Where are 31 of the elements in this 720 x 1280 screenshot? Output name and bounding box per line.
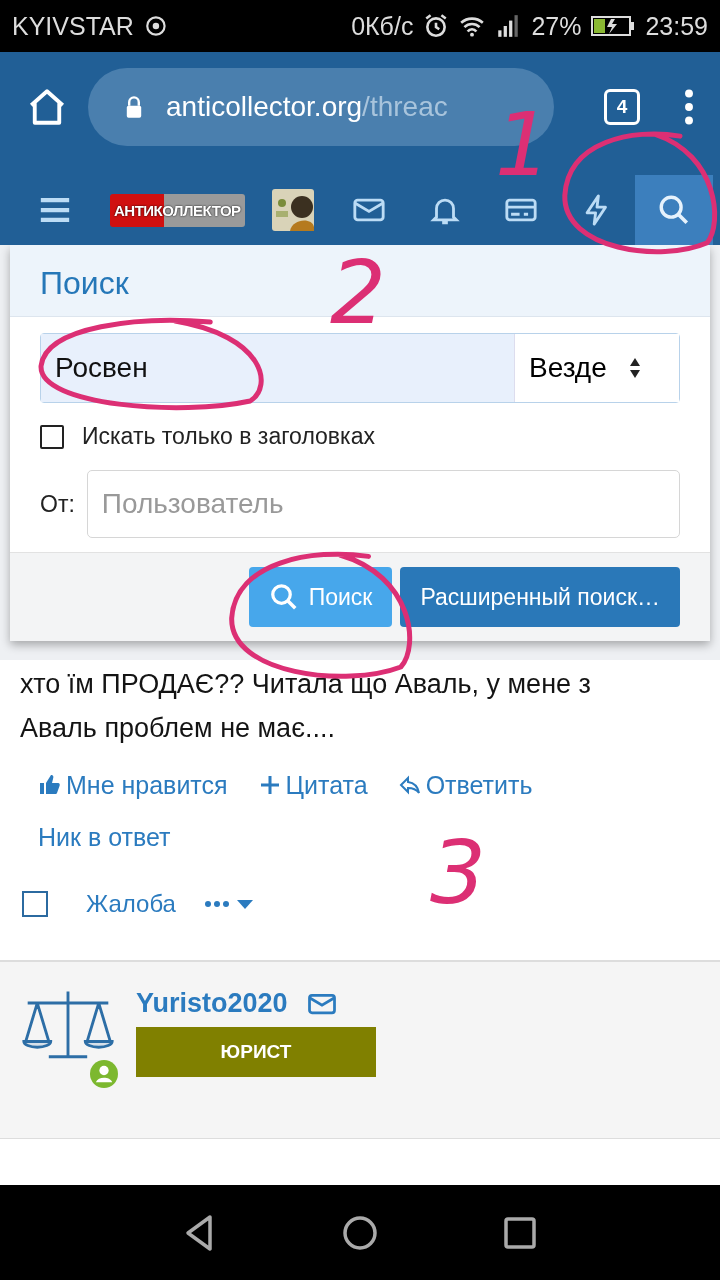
reply-link[interactable]: Ответить	[397, 766, 533, 804]
quote-link[interactable]: Цитата	[257, 766, 368, 804]
search-icon	[268, 582, 299, 612]
user-input[interactable]: Пользователь	[86, 470, 680, 538]
battery-icon	[591, 15, 636, 37]
username-link[interactable]: Yuristo2020	[136, 988, 288, 1019]
from-label: От:	[40, 490, 75, 518]
checkbox[interactable]	[40, 424, 64, 449]
thumbs-up-icon	[38, 773, 62, 797]
carrier-name: KYIVSTAR	[12, 11, 134, 41]
checkbox-label: Искать только в заголовках	[82, 423, 375, 450]
tab-count[interactable]: 4	[604, 89, 640, 125]
more-icon[interactable]	[684, 89, 694, 125]
reply-icon	[397, 773, 422, 797]
handwritten-number: 3	[430, 836, 486, 911]
lock-icon	[124, 95, 144, 119]
mention-link[interactable]: Ник в ответ	[38, 818, 171, 856]
url-text: anticollector.org/threac	[166, 91, 448, 123]
network-speed: 0Кб/с	[351, 11, 414, 41]
report-link[interactable]: Жалоба	[86, 890, 176, 918]
more-options-icon[interactable]	[203, 897, 256, 911]
like-link[interactable]: Мне нравится	[38, 766, 228, 804]
clock: 23:59	[645, 11, 708, 41]
user-title-banner: ЮРИСТ	[136, 1027, 376, 1077]
select-checkbox[interactable]	[22, 891, 48, 917]
user-status-icon	[90, 1060, 118, 1088]
battery-percent: 27%	[531, 11, 582, 41]
search-button[interactable]: Поиск	[248, 567, 393, 627]
advanced-search-button[interactable]: Расширенный поиск…	[400, 567, 680, 627]
post-text: хто їм ПРОДАЄ?? Читала що Аваль, у мене з Аваль проблем не має....	[20, 668, 592, 745]
handwritten-number: 2	[330, 256, 386, 331]
